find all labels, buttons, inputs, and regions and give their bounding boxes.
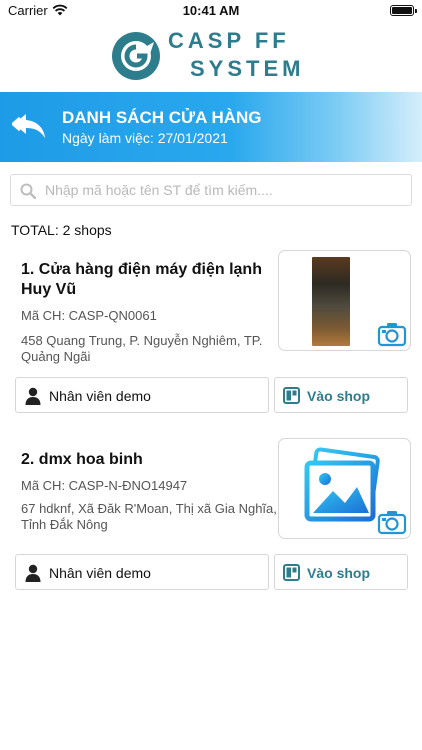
user-icon [25,387,41,405]
brand-name-line2: SYSTEM [190,56,305,81]
enter-shop-button[interactable]: Vào shop [274,554,408,590]
enter-shop-button[interactable]: Vào shop [274,377,408,413]
staff-button[interactable]: Nhân viên demo [15,377,269,413]
staff-label: Nhân viên demo [49,565,151,581]
shop-address: 67 hdknf, Xã Đăk R'Moan, Thị xã Gia Nghĩ… [21,501,277,532]
casp-logo-icon [112,32,160,80]
shop-card: 1. Cửa hàng điện máy điện lạnh Huy Vũ Mã… [0,250,422,420]
work-date: Ngày làm việc: 27/01/2021 [62,130,228,146]
enter-shop-label: Vào shop [307,388,371,404]
search-bar[interactable] [10,174,412,206]
brand-name-line1: CASP FF [168,28,290,53]
camera-icon[interactable] [377,509,407,535]
search-input[interactable] [45,175,405,205]
shop-code: Mã CH: CASP-QN0061 [21,308,157,323]
page-header: DANH SÁCH CỬA HÀNG Ngày làm việc: 27/01/… [0,92,422,162]
staff-label: Nhân viên demo [49,388,151,404]
shop-code: Mã CH: CASP-N-ĐNO14947 [21,478,188,493]
search-icon [20,183,36,199]
staff-button[interactable]: Nhân viên demo [15,554,269,590]
shop-title: 2. dmx hoa binh [21,451,143,468]
total-count: TOTAL: 2 shops [11,222,112,238]
shop-title: 1. Cửa hàng điện máy điện lạnh Huy Vũ [21,261,262,298]
image-placeholder-icon [304,447,380,522]
user-icon [25,564,41,582]
battery-icon [390,5,417,16]
board-icon [283,564,300,581]
board-icon [283,387,300,404]
page-title: DANH SÁCH CỬA HÀNG [62,108,262,127]
camera-icon[interactable] [377,321,407,347]
brand-header: CASP FF SYSTEM [0,28,422,84]
shop-card: 2. dmx hoa binh Mã CH: CASP-N-ĐNO14947 6… [0,438,422,608]
shop-address: 458 Quang Trung, P. Nguyễn Nghiêm, TP. Q… [21,333,263,364]
back-icon[interactable] [12,110,48,142]
shop-photo-box[interactable] [278,438,411,539]
clock: 10:41 AM [182,3,240,18]
shop-photo [312,257,350,346]
enter-shop-label: Vào shop [307,565,371,581]
status-bar: Carrier 10:41 AM [0,0,422,22]
shop-photo-box[interactable] [278,250,411,351]
